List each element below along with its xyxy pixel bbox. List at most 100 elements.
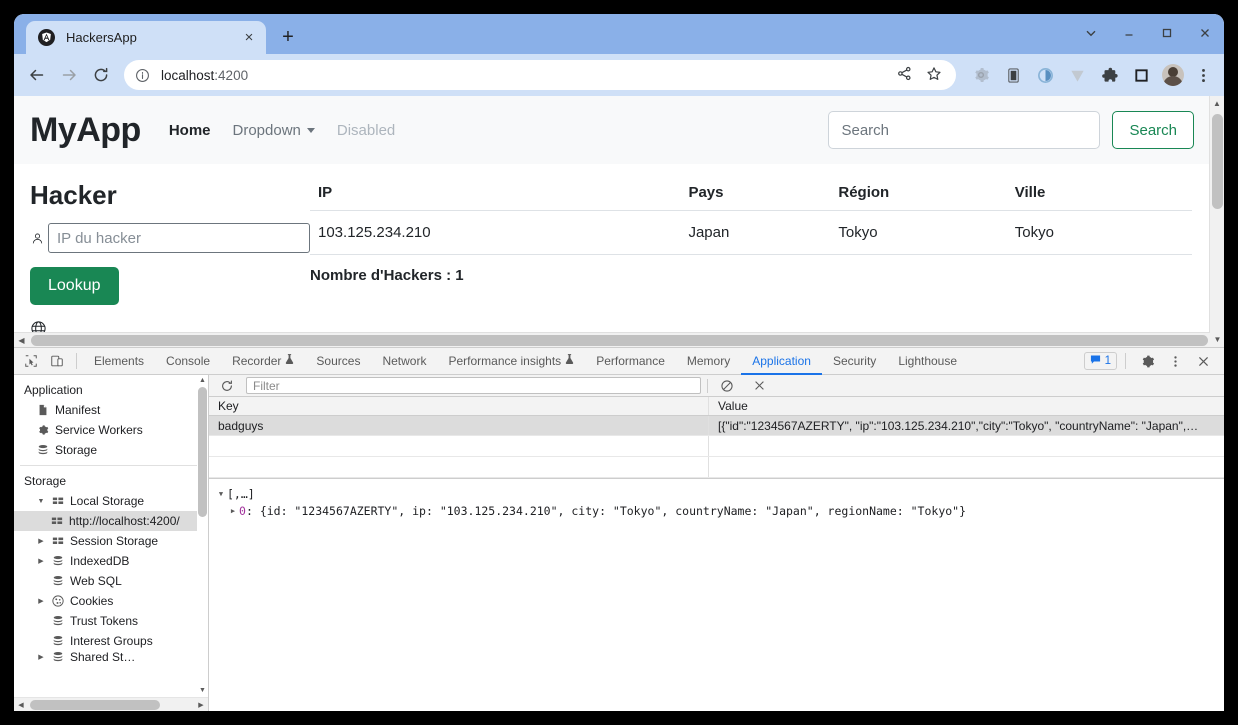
browser-tab[interactable]: HackersApp × — [26, 21, 266, 54]
circle-extension-icon[interactable] — [1032, 62, 1058, 88]
clear-all-icon[interactable] — [714, 375, 740, 397]
sidebar-vertical-scrollbar[interactable]: ▲ ▼ — [197, 375, 208, 696]
chevron-right-icon[interactable]: ▶ — [227, 507, 239, 515]
delete-selected-icon[interactable] — [746, 375, 772, 397]
page-vertical-scrollbar[interactable]: ▲ ▼ — [1209, 96, 1224, 347]
preview-child-row[interactable]: ▶ 0: {id: "1234567AZERTY", ip: "103.125.… — [215, 502, 1224, 519]
chevron-down-icon[interactable]: ▼ — [36, 498, 46, 505]
nav-link-home[interactable]: Home — [169, 122, 211, 139]
star-icon[interactable] — [926, 66, 942, 85]
scroll-down-arrow[interactable]: ▼ — [1210, 332, 1224, 347]
panel-extension-icon[interactable] — [1000, 62, 1026, 88]
scroll-up-arrow[interactable]: ▲ — [197, 375, 208, 386]
tab-performance[interactable]: Performance — [585, 348, 676, 375]
info-icon[interactable] — [134, 67, 151, 84]
maximize-button[interactable] — [1148, 14, 1186, 52]
nav-link-dropdown[interactable]: Dropdown — [233, 122, 315, 139]
horizontal-scroll-thumb[interactable] — [31, 335, 1208, 346]
cell-pays: Japan — [680, 210, 831, 255]
reload-button[interactable] — [86, 60, 116, 90]
scroll-down-arrow[interactable]: ▼ — [197, 685, 208, 696]
avatar[interactable] — [1162, 64, 1184, 86]
sidebar-item-interest-groups[interactable]: Interest Groups — [14, 631, 208, 651]
chevron-right-icon[interactable]: ▶ — [36, 597, 46, 605]
three-dot-menu-icon[interactable] — [1162, 350, 1188, 372]
ip-input[interactable] — [48, 223, 310, 253]
sidebar-item-storage[interactable]: Storage — [14, 440, 208, 460]
scroll-left-arrow[interactable]: ◀ — [14, 333, 29, 347]
v-extension-icon[interactable] — [1064, 62, 1090, 88]
preview-root-row[interactable]: ▼ [,…] — [215, 485, 1224, 502]
tab-search-icon[interactable] — [1072, 14, 1110, 52]
tab-recorder[interactable]: Recorder — [221, 348, 305, 375]
sidebar-item-service-workers[interactable]: Service Workers — [14, 420, 208, 440]
chevron-right-icon[interactable]: ▶ — [36, 537, 46, 545]
sidebar-item-indexeddb[interactable]: ▶ IndexedDB — [14, 551, 208, 571]
chevron-right-icon[interactable]: ▶ — [36, 557, 46, 565]
sidebar-item-localhost-origin[interactable]: http://localhost:4200/ — [14, 511, 208, 531]
horizontal-scroll-thumb[interactable] — [30, 700, 160, 710]
device-toolbar-icon[interactable] — [44, 350, 70, 372]
refresh-icon[interactable] — [214, 375, 240, 397]
sidebar-item-shared-storage[interactable]: ▶ Shared St… — [14, 651, 208, 663]
vertical-scroll-thumb[interactable] — [198, 387, 207, 517]
share-icon[interactable] — [897, 66, 912, 84]
three-dot-menu-icon[interactable] — [1190, 62, 1216, 88]
search-input[interactable] — [828, 111, 1101, 149]
column-pays: Pays — [680, 180, 831, 211]
square-extension-icon[interactable] — [1128, 62, 1154, 88]
scroll-left-arrow[interactable]: ◀ — [14, 698, 28, 711]
page-horizontal-scrollbar[interactable]: ◀ — [14, 332, 1210, 347]
status-badge[interactable]: 1 — [1083, 352, 1117, 370]
close-icon[interactable] — [1190, 350, 1216, 372]
tab-console[interactable]: Console — [155, 348, 221, 375]
site-brand[interactable]: MyApp — [30, 111, 141, 150]
table-row[interactable]: badguys [{"id":"1234567AZERTY", "ip":"10… — [209, 416, 1224, 436]
tab-performance-insights[interactable]: Performance insights — [437, 348, 585, 375]
gear-icon[interactable] — [1134, 350, 1160, 372]
tab-elements[interactable]: Elements — [83, 348, 155, 375]
tab-network-label: Network — [382, 354, 427, 368]
sidebar-item-label: IndexedDB — [70, 554, 130, 568]
back-button[interactable] — [22, 60, 52, 90]
cell-ville: Tokyo — [1006, 210, 1192, 255]
gear-extension-icon[interactable] — [968, 62, 994, 88]
tab-performance-label: Performance — [596, 354, 665, 368]
grid-empty-row[interactable] — [209, 457, 1224, 478]
grid-empty-row[interactable] — [209, 436, 1224, 457]
sidebar-item-web-sql[interactable]: Web SQL — [14, 571, 208, 591]
sidebar-item-trust-tokens[interactable]: Trust Tokens — [14, 611, 208, 631]
address-bar[interactable]: localhost:4200 — [124, 60, 956, 90]
sidebar-item-cookies[interactable]: ▶ Cookies — [14, 591, 208, 611]
sidebar-item-session-storage[interactable]: ▶ Session Storage — [14, 531, 208, 551]
column-value[interactable]: Value — [709, 397, 1224, 415]
new-tab-button[interactable]: + — [274, 23, 302, 51]
sidebar-item-local-storage[interactable]: ▼ Local Storage — [14, 491, 208, 511]
tab-network[interactable]: Network — [371, 348, 437, 375]
chevron-right-icon[interactable]: ▶ — [36, 653, 46, 661]
close-button[interactable] — [1186, 14, 1224, 52]
vertical-scroll-thumb[interactable] — [1212, 114, 1223, 209]
forward-button[interactable] — [54, 60, 84, 90]
close-icon[interactable]: × — [240, 29, 258, 47]
minimize-button[interactable] — [1110, 14, 1148, 52]
nav-links: Home Dropdown Disabled — [169, 122, 395, 139]
tab-security[interactable]: Security — [822, 348, 887, 375]
cell-key: badguys — [209, 416, 709, 435]
tab-application[interactable]: Application — [741, 348, 822, 375]
puzzle-extensions-icon[interactable] — [1096, 62, 1122, 88]
scroll-right-arrow[interactable]: ▶ — [194, 698, 208, 711]
search-button[interactable]: Search — [1112, 111, 1194, 149]
sidebar-item-manifest[interactable]: Manifest — [14, 400, 208, 420]
tab-sources-label: Sources — [316, 354, 361, 368]
inspect-element-icon[interactable] — [18, 350, 44, 372]
chevron-down-icon[interactable]: ▼ — [215, 490, 227, 498]
column-key[interactable]: Key — [209, 397, 709, 415]
tab-lighthouse[interactable]: Lighthouse — [887, 348, 968, 375]
tab-sources[interactable]: Sources — [305, 348, 371, 375]
filter-input[interactable]: Filter — [246, 377, 701, 394]
tab-memory[interactable]: Memory — [676, 348, 741, 375]
lookup-button[interactable]: Lookup — [30, 267, 119, 305]
scroll-up-arrow[interactable]: ▲ — [1210, 96, 1224, 111]
sidebar-horizontal-scrollbar[interactable]: ◀ ▶ — [14, 697, 208, 711]
